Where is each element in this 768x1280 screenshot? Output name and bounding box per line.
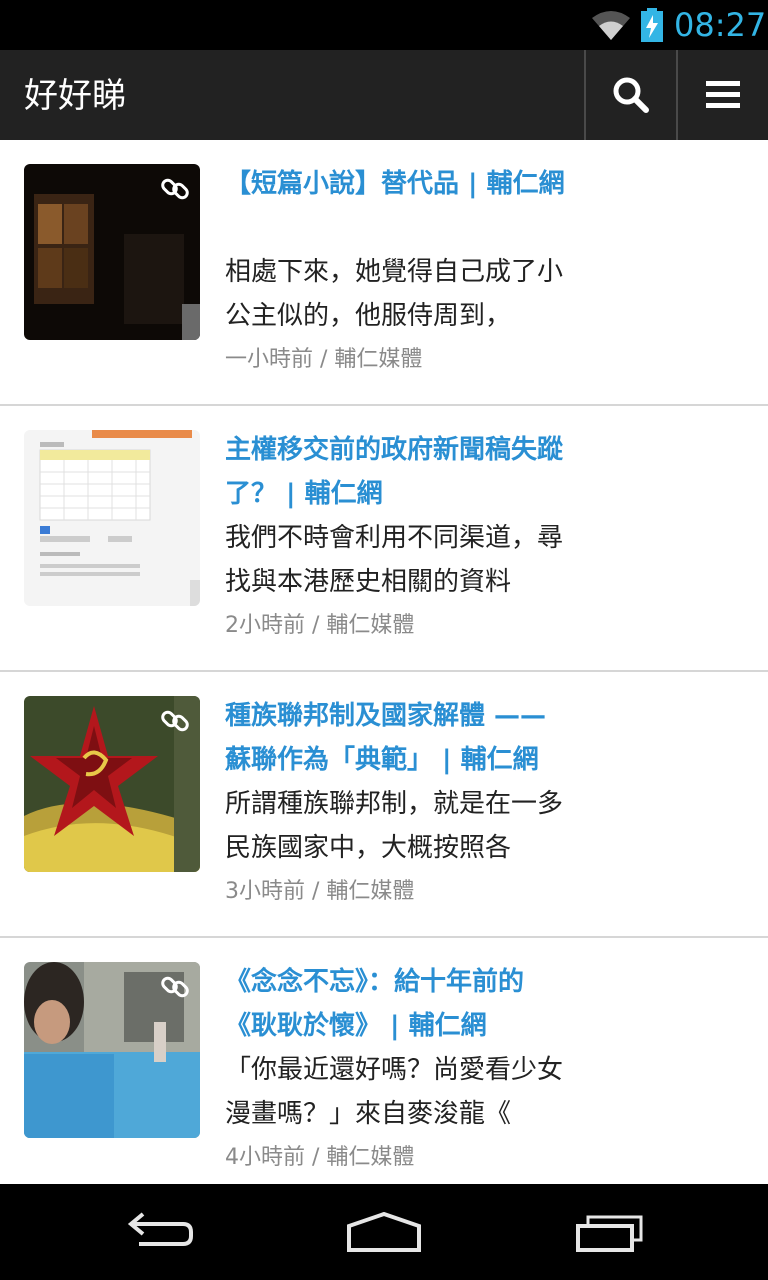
article-thumbnail: [24, 430, 200, 606]
menu-button[interactable]: [678, 50, 768, 140]
article-meta: 一小時前 / 輔仁媒體: [225, 347, 423, 372]
article-title[interactable]: 主權移交前的政府新聞稿失蹤了？ | 輔仁網: [225, 428, 565, 516]
status-clock: 08:27: [674, 6, 767, 44]
article-snippet: 相處下來，她覺得自己成了小公主似的，他服侍周到，: [225, 257, 564, 331]
article-item[interactable]: 《念念不忘》：給十年前的《耿耿於懷》 | 輔仁網 「你最近還好嗎？尚愛看少女漫畫…: [0, 938, 768, 1184]
recent-apps-icon: [576, 1215, 643, 1252]
article-thumbnail: [24, 696, 200, 872]
thumbnail-image: [24, 430, 200, 606]
recent-apps-button[interactable]: [550, 1198, 670, 1266]
article-meta: 4小時前 / 輔仁媒體: [225, 1145, 415, 1170]
search-button[interactable]: [586, 50, 676, 140]
article-snippet: 我們不時會利用不同渠道，尋找與本港歷史相關的資料: [225, 523, 564, 597]
back-icon: [127, 1212, 193, 1246]
app-title: 好好睇: [24, 76, 126, 116]
home-button[interactable]: [324, 1198, 444, 1266]
status-bar: 08:27: [0, 0, 768, 50]
hamburger-menu-icon: [706, 81, 740, 108]
article-meta: 2小時前 / 輔仁媒體: [225, 613, 415, 638]
article-thumbnail: [24, 164, 200, 340]
article-title[interactable]: 《念念不忘》：給十年前的《耿耿於懷》 | 輔仁網: [225, 960, 565, 1048]
article-title[interactable]: 【短篇小說】替代品 | 輔仁網: [225, 162, 565, 206]
battery-charging-icon: [641, 8, 663, 42]
article-snippet: 「你最近還好嗎？尚愛看少女漫畫嗎？」來自麥浚龍《: [225, 1055, 564, 1129]
article-title[interactable]: 種族聯邦制及國家解體 ——蘇聯作為「典範」 | 輔仁網: [225, 694, 565, 782]
back-button[interactable]: [100, 1198, 220, 1266]
article-meta: 3小時前 / 輔仁媒體: [225, 879, 415, 904]
navigation-bar: [0, 1184, 768, 1280]
home-icon: [347, 1212, 421, 1252]
search-icon: [613, 77, 649, 113]
action-bar: 好好睇: [0, 50, 768, 140]
link-icon: [161, 976, 189, 998]
article-item[interactable]: 主權移交前的政府新聞稿失蹤了？ | 輔仁網 我們不時會利用不同渠道，尋找與本港歷…: [0, 406, 768, 672]
article-item[interactable]: 種族聯邦制及國家解體 ——蘇聯作為「典範」 | 輔仁網 所謂種族聯邦制，就是在一…: [0, 672, 768, 938]
article-snippet: 所謂種族聯邦制，就是在一多民族國家中，大概按照各: [225, 789, 564, 863]
article-list: 【短篇小說】替代品 | 輔仁網 相處下來，她覺得自己成了小公主似的，他服侍周到，…: [0, 140, 768, 1184]
link-icon: [161, 178, 189, 200]
link-icon: [161, 710, 189, 732]
wifi-icon: [592, 11, 630, 40]
article-thumbnail: [24, 962, 200, 1138]
article-item[interactable]: 【短篇小說】替代品 | 輔仁網 相處下來，她覺得自己成了小公主似的，他服侍周到，…: [0, 140, 768, 406]
